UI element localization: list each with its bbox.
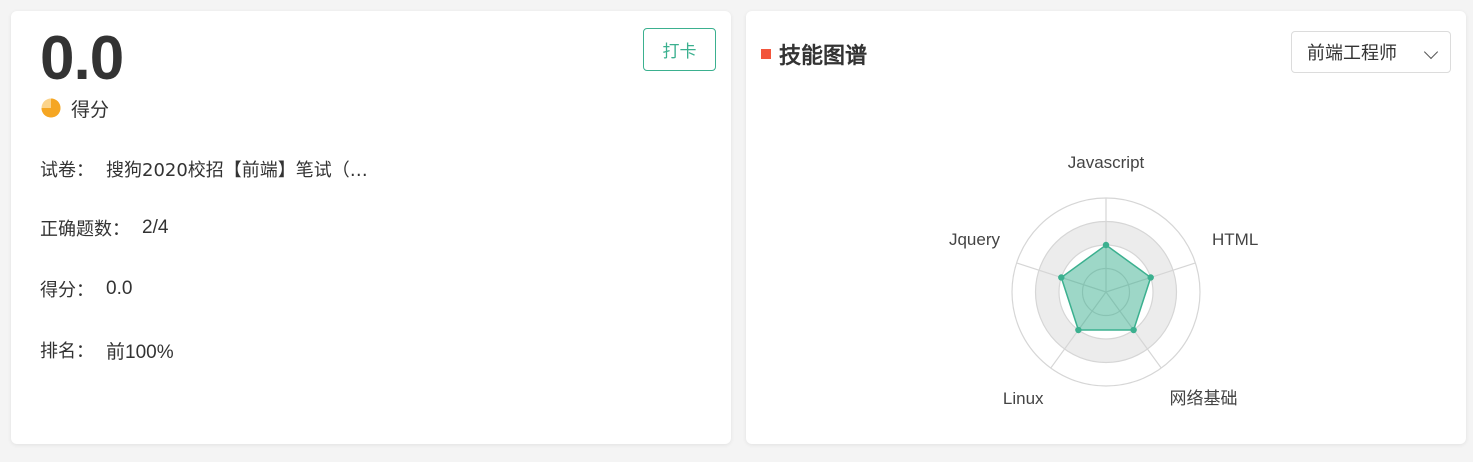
score-label: 得分 [71,98,110,121]
checkin-button[interactable]: 打卡 [643,28,716,71]
paper-row: 试卷： 搜狗2020校招【前端】笔试（… [40,156,368,182]
rank-key: 排名： [40,341,94,362]
score-key: 得分： [40,280,94,301]
skill-map-card: 技能图谱 前端工程师 Javascript HTML 网络基础 Linux Jquery [746,11,1466,444]
rank-row: 排名： 前100% [40,337,174,363]
radar-data-point [1130,326,1137,334]
correct-count-row: 正确题数： 2/4 [40,215,168,241]
radar-axis-label: Jquery [949,230,1001,249]
correct-count-value: 2/4 [142,217,169,238]
score-row-value: 0.0 [106,278,133,299]
radar-data-point [1147,274,1154,281]
rank-value: 前100% [106,341,174,363]
radar-data-point [1058,274,1065,281]
radar-data-point [1075,326,1082,334]
paper-value[interactable]: 搜狗2020校招【前端】笔试（… [106,156,368,182]
radar-axis-label: Linux [1003,389,1044,408]
skill-radar-chart: Javascript HTML 网络基础 Linux Jquery [949,153,1258,409]
paper-key: 试卷： [40,160,94,181]
score-value: 0.0 [40,24,124,93]
radar-data-point [1102,241,1110,249]
score-label-row: 得分 [40,95,109,121]
correct-count-key: 正确题数： [40,219,130,240]
radar-axis-label: HTML [1212,230,1258,249]
radar-axis-label: 网络基础 [1169,389,1237,409]
pie-chart-icon [40,97,62,119]
radar-axis-label: Javascript [1068,153,1145,172]
exam-result-card: 0.0 得分 打卡 试卷： 搜狗2020校招【前端】笔试（… 正确题数： 2/4… [11,11,731,444]
score-row: 得分： 0.0 [40,276,132,302]
